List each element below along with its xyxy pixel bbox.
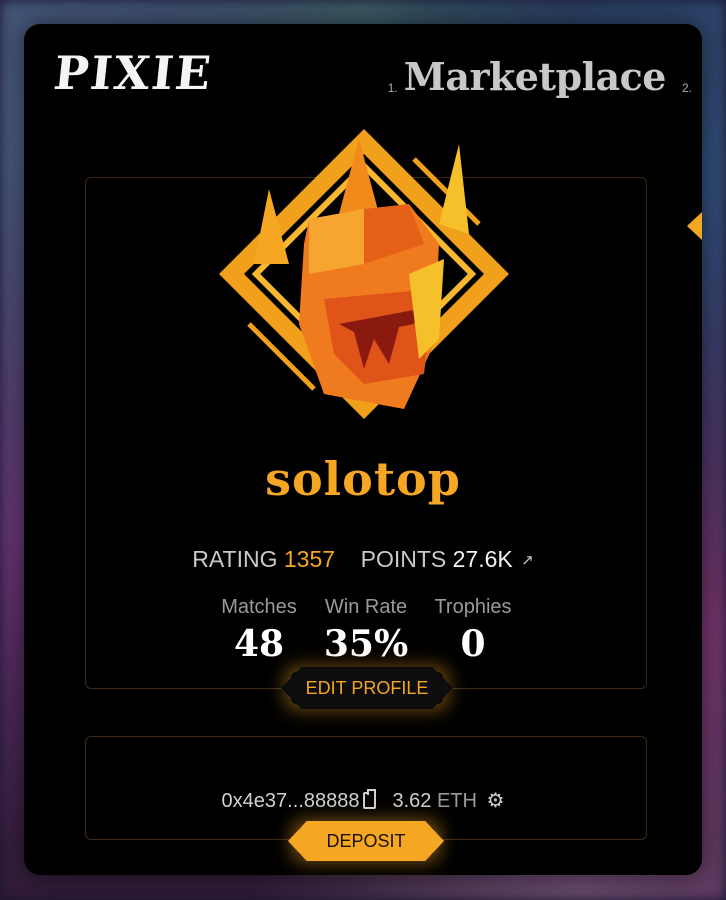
profile-username: solotop	[265, 452, 461, 506]
metric-value: 48	[233, 623, 285, 665]
panel-next-arrow-icon[interactable]	[687, 212, 702, 240]
metric-value: 35%	[323, 623, 409, 665]
metric-value: 0	[460, 623, 486, 665]
nav-item-marketplace[interactable]: Marketplace	[404, 54, 667, 99]
metric-label: Trophies	[434, 596, 512, 618]
metric-trophies: Trophies 0	[418, 596, 528, 665]
edit-profile-button[interactable]: EDIT PROFILE	[281, 667, 453, 709]
rating-value: 1357	[283, 546, 336, 572]
deposit-button[interactable]: DEPOSIT	[288, 821, 444, 861]
wallet-info: 0x4e37...88888 3.62 ETH ⚙	[24, 788, 702, 813]
metric-label: Matches	[221, 596, 297, 618]
rating-label: RATING	[192, 546, 278, 572]
crown-helmet-emblem-icon	[219, 129, 509, 419]
profile-panel: PIXIE 1. Marketplace 2. solotop RATING 1…	[24, 24, 702, 875]
points-value: 27.6K	[452, 546, 513, 572]
metric-label: Win Rate	[324, 596, 408, 618]
wallet-balance: 3.62	[392, 790, 432, 812]
emblem-helmet	[299, 204, 444, 409]
top-nav: 1. Marketplace 2.	[388, 54, 692, 99]
wallet-currency: ETH	[436, 790, 477, 812]
pixie-logo[interactable]: PIXIE	[51, 46, 215, 100]
metric-win-rate: Win Rate 35%	[311, 596, 421, 665]
metric-matches: Matches 48	[204, 596, 314, 665]
nav-item-number: 1.	[387, 81, 398, 95]
wallet-address: 0x4e37...88888	[221, 790, 360, 812]
gear-icon[interactable]: ⚙	[487, 790, 505, 812]
external-link-arrow-icon[interactable]: ↗	[521, 552, 534, 569]
rating-points-line: RATING 1357 POINTS 27.6K ↗	[24, 546, 702, 573]
nav-item-number: 2.	[681, 81, 692, 95]
copy-icon[interactable]	[363, 789, 377, 809]
points-label: POINTS	[360, 546, 447, 572]
